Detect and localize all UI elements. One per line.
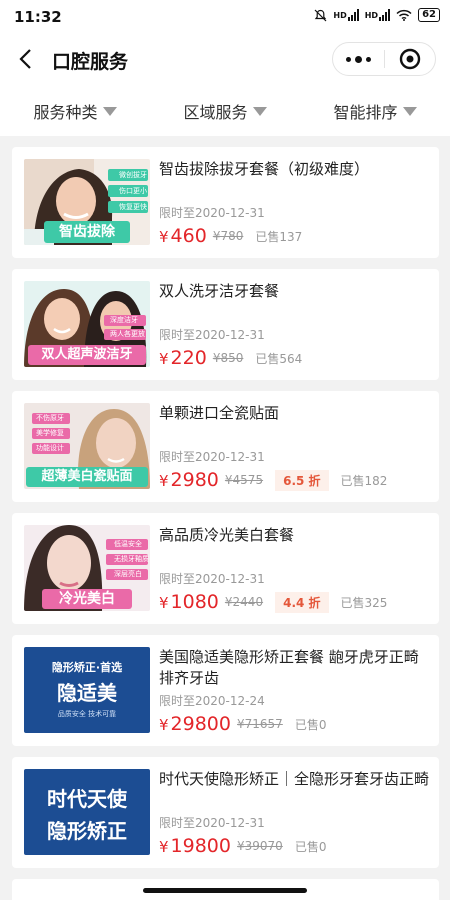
limit-date: 限时至2020-12-31 bbox=[159, 450, 265, 464]
thumb-label: 双人超声波洁牙 bbox=[41, 347, 133, 362]
filter-service-type[interactable]: 服务种类 bbox=[0, 86, 150, 136]
price-row: ¥1080 ¥2440 4.4 折 已售325 bbox=[159, 591, 387, 613]
target-close-icon bbox=[399, 48, 420, 70]
current-price: ¥29800 bbox=[159, 713, 231, 735]
limit-date: 限时至2020-12-31 bbox=[159, 206, 265, 220]
sold-count: 已售137 bbox=[255, 229, 303, 244]
product-name: 美国隐适美隐形矫正套餐 龅牙虎牙正畸 排齐牙齿 bbox=[159, 648, 419, 687]
thumb-label: 冷光美白 bbox=[59, 591, 115, 607]
current-price: ¥220 bbox=[159, 347, 207, 369]
product-name: 高品质冷光美白套餐 bbox=[159, 526, 295, 544]
price-row: ¥220 ¥850 已售564 bbox=[159, 347, 302, 369]
product-name: 时代天使隐形矫正｜全隐形牙套牙齿正畸 bbox=[159, 770, 430, 788]
thumb-tag: 恢复更快 bbox=[119, 203, 147, 211]
thumb-top-text: 时代天使 bbox=[47, 787, 127, 811]
product-thumbnail: 不伤原牙 美学修复 功能设计 超薄美白瓷贴面 bbox=[24, 403, 150, 489]
notification-icon bbox=[314, 9, 327, 21]
thumb-top-text: 隐形矫正·首选 bbox=[51, 661, 123, 674]
thumb-tag: 美学修复 bbox=[36, 429, 64, 437]
product-name: 单颗进口全瓷贴面 bbox=[159, 404, 280, 422]
limit-date: 限时至2020-12-31 bbox=[159, 328, 265, 342]
thumb-tag: 深层亮白 bbox=[114, 570, 142, 578]
sold-count: 已售0 bbox=[294, 717, 327, 732]
product-card[interactable]: 时代天使 隐形矫正 时代天使隐形矫正｜全隐形牙套牙齿正畸 限时至2020-12-… bbox=[12, 757, 439, 868]
thumb-tag: 功能设计 bbox=[36, 444, 64, 452]
signal-icon: HD bbox=[364, 9, 391, 21]
current-price: ¥1080 bbox=[159, 591, 219, 613]
sold-count: 已售182 bbox=[340, 473, 388, 488]
discount-badge: 4.4 折 bbox=[275, 591, 329, 613]
dropdown-triangle-icon bbox=[102, 106, 117, 116]
filter-sort[interactable]: 智能排序 bbox=[300, 86, 450, 136]
thumb-label: 智齿拔除 bbox=[59, 224, 115, 240]
current-price: ¥2980 bbox=[159, 469, 219, 491]
home-indicator[interactable] bbox=[143, 888, 307, 893]
original-price: ¥850 bbox=[212, 351, 244, 365]
price-row: ¥2980 ¥4575 6.5 折 已售182 bbox=[159, 469, 387, 491]
price-row: ¥460 ¥780 已售137 bbox=[159, 225, 302, 247]
thumb-label: 隐形矫正 bbox=[47, 819, 127, 843]
price-row: ¥19800 ¥39070 已售0 bbox=[159, 835, 326, 857]
product-card[interactable]: 低温安全 无损牙釉质 深层亮白 冷光美白 高品质冷光美白套餐 限时至2020-1… bbox=[12, 513, 439, 624]
status-bar: 11:32 HD HD 62 bbox=[0, 0, 450, 34]
thumb-tag: 深度洁牙 bbox=[110, 316, 138, 324]
network-type: HD bbox=[333, 10, 347, 20]
discount-badge: 6.5 折 bbox=[275, 469, 329, 491]
thumb-label: 隐适美 bbox=[57, 681, 117, 705]
product-card[interactable]: 不伤原牙 美学修复 功能设计 超薄美白瓷贴面 单颗进口全瓷贴面 限时至2020-… bbox=[12, 391, 439, 502]
wifi-icon bbox=[396, 9, 412, 21]
thumb-label: 超薄美白瓷贴面 bbox=[41, 469, 133, 484]
product-thumbnail: 深度洁牙 两人各更放 双人超声波洁牙 bbox=[24, 281, 150, 367]
limit-date: 限时至2020-12-31 bbox=[159, 572, 265, 586]
sold-count: 已售325 bbox=[340, 595, 388, 610]
close-button[interactable] bbox=[384, 43, 435, 75]
back-button[interactable] bbox=[12, 46, 38, 72]
dropdown-triangle-icon bbox=[402, 106, 417, 116]
more-button[interactable] bbox=[333, 43, 384, 75]
thumb-tag: 伤口更小 bbox=[119, 187, 147, 195]
sold-count: 已售0 bbox=[294, 839, 327, 854]
product-card[interactable]: 深度洁牙 两人各更放 双人超声波洁牙 双人洗牙洁牙套餐 限时至2020-12-3… bbox=[12, 269, 439, 380]
original-price: ¥39070 bbox=[237, 839, 283, 853]
sold-count: 已售564 bbox=[255, 351, 303, 366]
current-price: ¥19800 bbox=[159, 835, 231, 857]
filter-region[interactable]: 区域服务 bbox=[150, 86, 300, 136]
thumb-tag: 无损牙釉质 bbox=[114, 555, 149, 563]
current-price: ¥460 bbox=[159, 225, 207, 247]
filter-label: 区域服务 bbox=[183, 103, 248, 122]
network-type: HD bbox=[364, 10, 379, 20]
product-thumbnail: 低温安全 无损牙釉质 深层亮白 冷光美白 bbox=[24, 525, 150, 611]
limit-date: 限时至2020-12-31 bbox=[159, 816, 265, 830]
nav-bar: 口腔服务 bbox=[0, 34, 450, 86]
product-card[interactable]: 微创拔牙 伤口更小 恢复更快 智齿拔除 智齿拔除拔牙套餐（初级难度） 限时至20… bbox=[12, 147, 439, 258]
signal-icon: HD bbox=[333, 9, 359, 21]
product-thumbnail: 微创拔牙 伤口更小 恢复更快 智齿拔除 bbox=[24, 159, 150, 245]
product-name: 双人洗牙洁牙套餐 bbox=[159, 282, 280, 300]
filter-label: 智能排序 bbox=[333, 103, 398, 122]
thumb-tag: 低温安全 bbox=[114, 540, 142, 548]
filter-bar: 服务种类 区域服务 智能排序 bbox=[0, 86, 450, 136]
product-thumbnail: 隐形矫正·首选 隐适美 品质安全 技术可靠 bbox=[24, 647, 150, 733]
back-arrow-icon bbox=[19, 49, 31, 69]
page-title: 口腔服务 bbox=[52, 51, 129, 73]
thumb-tag: 两人各更放 bbox=[110, 330, 145, 338]
thumb-tag: 不伤原牙 bbox=[36, 414, 64, 422]
mini-program-capsule bbox=[332, 42, 436, 76]
price-row: ¥29800 ¥71657 已售0 bbox=[159, 713, 326, 735]
original-price: ¥4575 bbox=[224, 473, 264, 487]
limit-date: 限时至2020-12-24 bbox=[159, 694, 265, 708]
product-name: 智齿拔除拔牙套餐（初级难度） bbox=[159, 160, 370, 178]
filter-label: 服务种类 bbox=[33, 103, 98, 122]
original-price: ¥780 bbox=[212, 229, 244, 243]
product-thumbnail: 时代天使 隐形矫正 bbox=[24, 769, 150, 855]
status-icons: HD HD 62 bbox=[314, 8, 440, 22]
battery-icon: 62 bbox=[418, 8, 440, 22]
dropdown-triangle-icon bbox=[252, 106, 267, 116]
thumb-tag: 微创拔牙 bbox=[119, 171, 147, 179]
thumb-sub-text: 品质安全 技术可靠 bbox=[57, 710, 117, 718]
original-price: ¥71657 bbox=[237, 717, 283, 731]
product-card[interactable]: 隐形矫正·首选 隐适美 品质安全 技术可靠 美国隐适美隐形矫正套餐 龅牙虎牙正畸… bbox=[12, 635, 439, 746]
original-price: ¥2440 bbox=[224, 595, 264, 609]
status-time: 11:32 bbox=[14, 8, 62, 26]
